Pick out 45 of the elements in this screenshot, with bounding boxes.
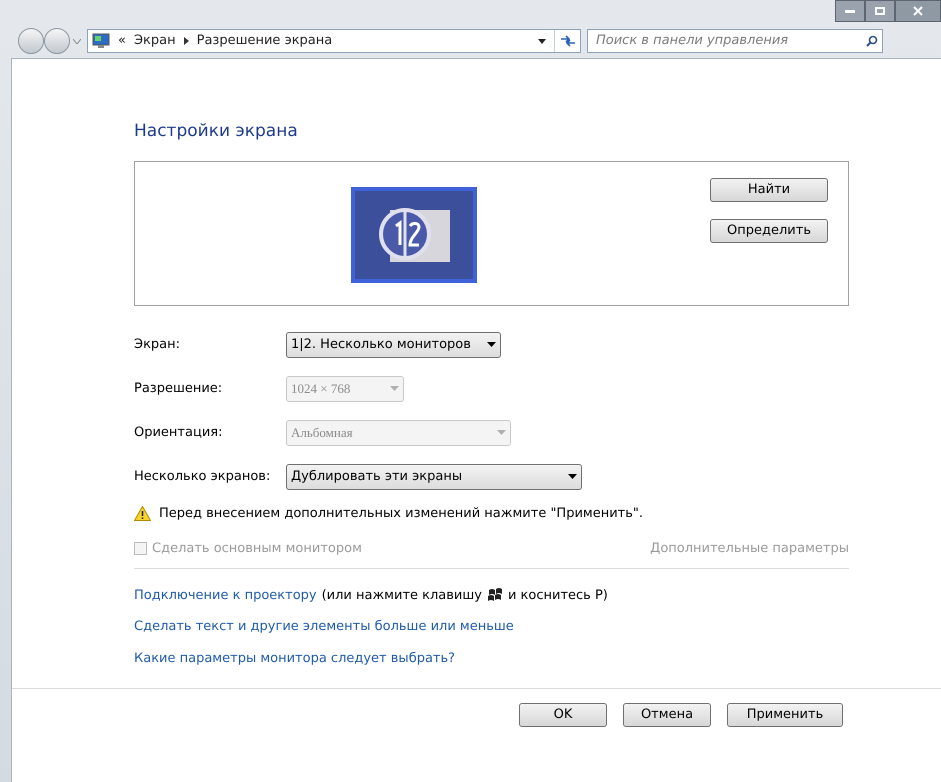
overflow-chevron[interactable]: «: [118, 31, 126, 51]
warning-text: Перед внесением дополнительных изменений нажмите "Применить".: [159, 504, 644, 522]
projector-link[interactable]: Подключение к проектору: [134, 586, 317, 605]
caret-icon: [568, 474, 577, 479]
dropdown[interactable]: Дублировать эти экраны: [286, 464, 582, 490]
back-button[interactable]: [18, 28, 44, 54]
dialog-button[interactable]: Отмена: [623, 703, 711, 727]
minimize-icon: [845, 10, 855, 12]
dropdown-arrow-icon[interactable]: [538, 38, 546, 44]
caret-icon: [497, 430, 506, 435]
help-link[interactable]: Сделать текст и другие элементы больше или меньше: [134, 617, 514, 636]
maximize-button[interactable]: [865, 0, 895, 22]
monitor-icon: [92, 33, 110, 49]
caret-icon: [390, 386, 399, 391]
close-button[interactable]: [895, 0, 941, 22]
field-label: Несколько экранов:: [134, 468, 272, 486]
caret-icon[interactable]: [73, 38, 81, 44]
refresh-icon: [560, 35, 576, 47]
dialog-button[interactable]: OK: [519, 703, 607, 727]
caret-icon: [487, 342, 496, 347]
monitor-icon[interactable]: [350, 186, 478, 284]
hint-text: (или нажмите клавишу: [322, 586, 482, 604]
warning-icon: [134, 506, 151, 521]
dialog-button[interactable]: Найти: [710, 178, 828, 202]
address-bar[interactable]: « Экран Разрешение экрана: [87, 29, 581, 53]
dropdown[interactable]: 1|2. Несколько мониторов: [286, 332, 501, 358]
minimize-button[interactable]: [835, 0, 865, 22]
page-heading: Настройки экрана: [134, 120, 299, 143]
windows-logo-icon: [486, 588, 503, 602]
checkbox-label: Сделать основным монитором: [152, 540, 362, 558]
field-label: Экран:: [134, 336, 182, 354]
breadcrumb[interactable]: Разрешение экрана: [196, 31, 332, 51]
hint-text: и коснитесь P): [508, 586, 608, 604]
search-field[interactable]: Поиск в панели управления: [587, 29, 883, 53]
dialog-button[interactable]: Применить: [727, 703, 843, 727]
field-label: Ориентация:: [134, 424, 224, 442]
field-label: Разрешение:: [134, 380, 224, 398]
search-icon[interactable]: [866, 35, 878, 47]
forward-button[interactable]: [44, 28, 70, 54]
breadcrumb-arrow-icon: [184, 37, 189, 45]
maximize-icon: [875, 7, 885, 15]
help-link[interactable]: Какие параметры монитора следует выбрать?: [134, 648, 456, 668]
breadcrumb[interactable]: Экран: [134, 31, 176, 51]
dialog-button[interactable]: Определить: [710, 218, 828, 242]
close-icon: [913, 6, 923, 16]
